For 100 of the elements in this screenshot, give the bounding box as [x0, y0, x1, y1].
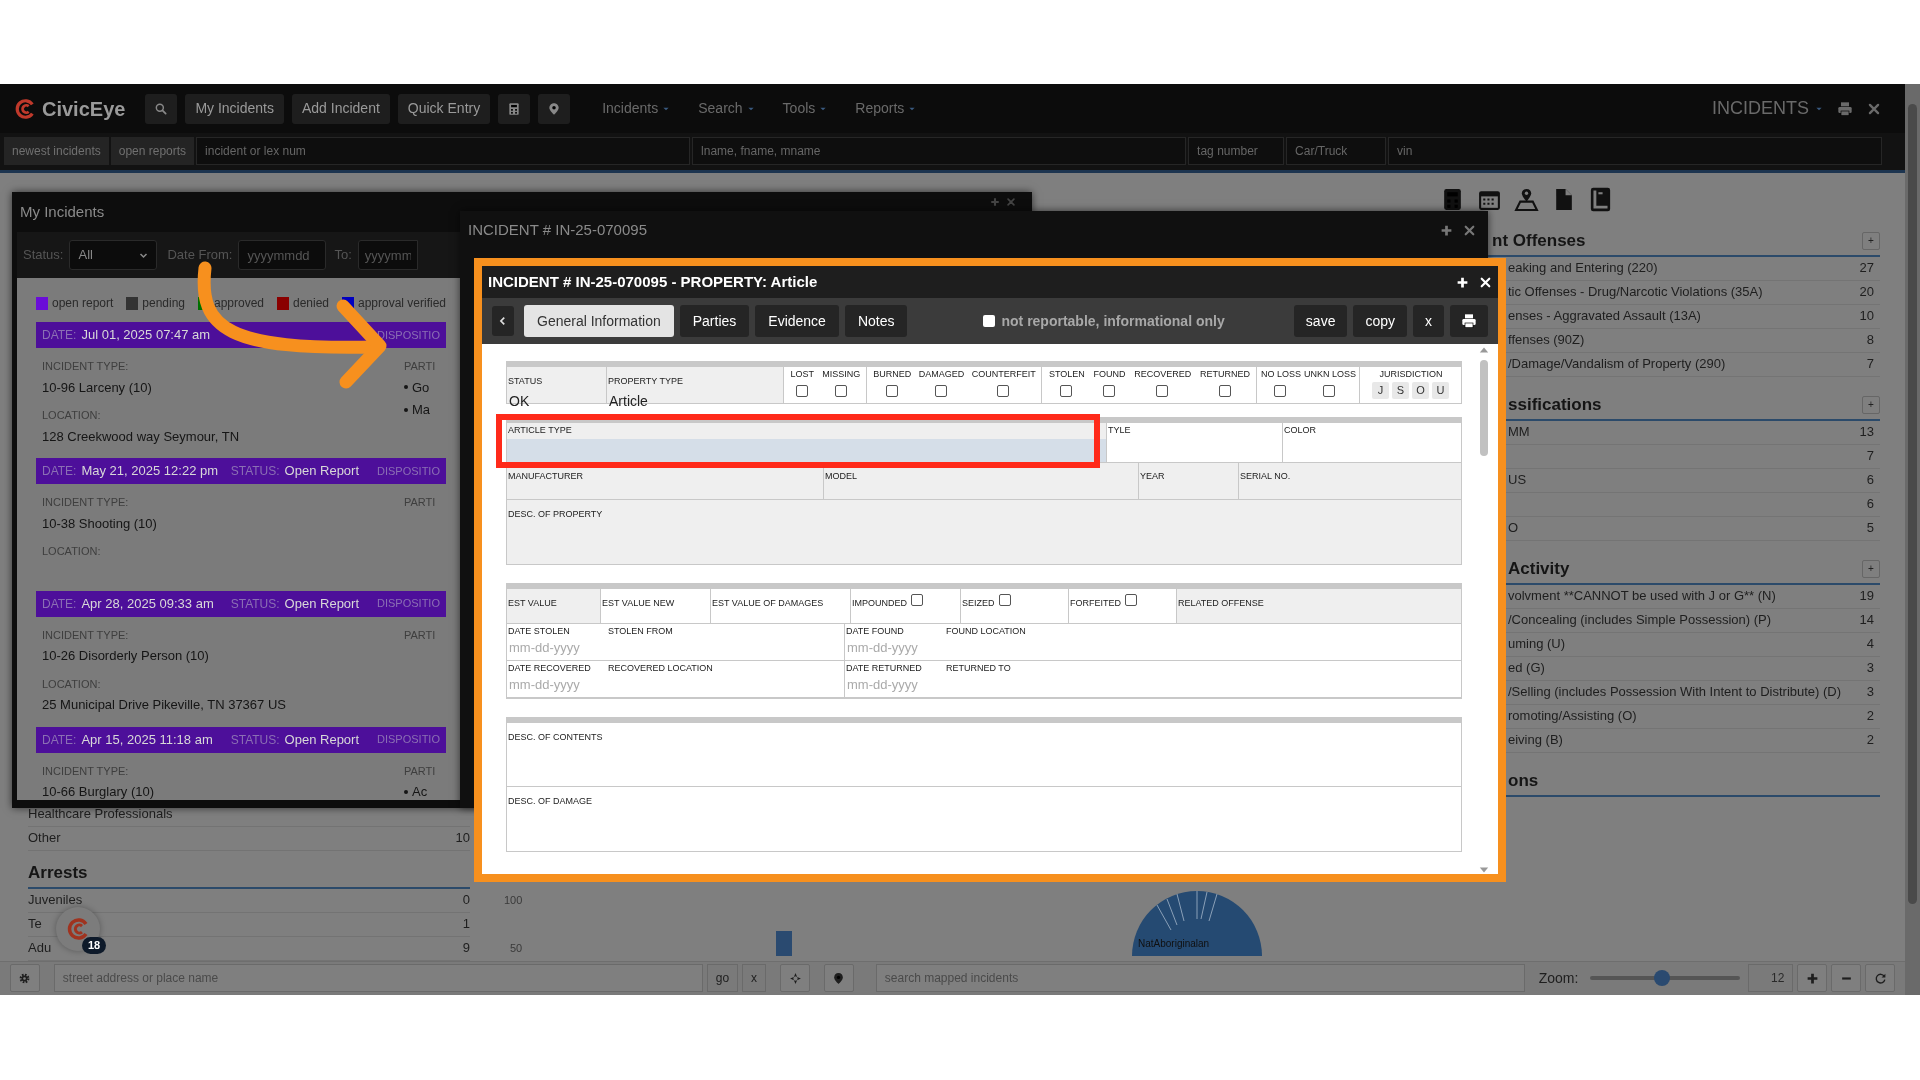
- refresh-button[interactable]: [1865, 964, 1895, 993]
- checkbox[interactable]: [1156, 385, 1169, 397]
- checkbox[interactable]: [997, 385, 1010, 397]
- zoom-slider-thumb[interactable]: [1653, 970, 1670, 987]
- checkbox[interactable]: [983, 315, 996, 327]
- action-button[interactable]: x: [1413, 305, 1444, 337]
- book-icon[interactable]: [1588, 187, 1613, 213]
- zoom-value-field[interactable]: 12: [1747, 964, 1794, 993]
- go-button[interactable]: go: [706, 964, 739, 993]
- field-label: STATUS:: [230, 595, 280, 613]
- search-field[interactable]: incident or lex num: [196, 137, 691, 166]
- checkbox[interactable]: [1060, 385, 1073, 397]
- jurisdiction-option[interactable]: O: [1412, 382, 1429, 399]
- dialog-scrollbar[interactable]: [1478, 346, 1490, 874]
- tab[interactable]: General Information: [524, 305, 674, 337]
- bullet-icon: [404, 407, 408, 412]
- print-button[interactable]: [1450, 305, 1488, 337]
- search-field[interactable]: tag number: [1188, 137, 1285, 166]
- checkbox[interactable]: [1274, 385, 1287, 397]
- field-label: IMPOUNDED: [851, 597, 907, 609]
- row-count: 6: [1866, 495, 1874, 514]
- zoom-in-button[interactable]: [1797, 964, 1828, 993]
- status-select[interactable]: All: [69, 240, 158, 270]
- settings-button[interactable]: [10, 964, 40, 993]
- nav-button[interactable]: Quick Entry: [397, 93, 491, 124]
- logo-icon: [66, 916, 90, 941]
- clear-button[interactable]: x: [742, 964, 767, 993]
- axis-tick-label: 50: [510, 940, 523, 956]
- jurisdiction-option[interactable]: S: [1392, 382, 1409, 399]
- print-icon[interactable]: [1837, 100, 1853, 117]
- search-button[interactable]: [145, 93, 178, 124]
- row-count: 4: [1866, 635, 1874, 654]
- floating-logo-button[interactable]: [56, 906, 100, 951]
- date-field[interactable]: mm-dd-yyyy: [507, 637, 687, 657]
- scrollbar-thumb[interactable]: [1908, 104, 1917, 904]
- checkbox[interactable]: [1323, 385, 1336, 397]
- nav-button[interactable]: My Incidents: [185, 93, 284, 124]
- field-label: STATUS:: [230, 731, 280, 749]
- row-count: 13: [1859, 423, 1874, 442]
- text-area[interactable]: DESC. OF DAMAGE: [507, 787, 1462, 851]
- field-label: DISPOSITIO: [377, 327, 440, 343]
- row-label: Te: [28, 915, 42, 934]
- module-menu[interactable]: INCIDENTS: [1712, 95, 1823, 123]
- checkbox[interactable]: [1125, 594, 1137, 606]
- checkbox[interactable]: [1218, 385, 1231, 397]
- nav-menu[interactable]: Reports: [855, 98, 917, 120]
- field-label: RELATED OFFENSE: [1177, 597, 1264, 609]
- jurisdiction-option[interactable]: J: [1372, 382, 1389, 399]
- date-field[interactable]: mm-dd-yyyy: [845, 637, 1025, 657]
- toolbar-button[interactable]: [498, 93, 531, 124]
- incident-date: Jul 01, 2025 07:47 am: [81, 326, 211, 345]
- nav-menu[interactable]: Tools: [782, 98, 828, 120]
- toolbar-button[interactable]: [538, 93, 571, 124]
- action-button[interactable]: save: [1293, 305, 1348, 337]
- row-count: 19: [1859, 587, 1874, 606]
- checkbox[interactable]: [998, 594, 1011, 606]
- back-button[interactable]: [492, 306, 514, 336]
- date-to-field[interactable]: yyyymm: [357, 240, 418, 270]
- quick-search-button[interactable]: open reports: [110, 137, 195, 166]
- nav-menu[interactable]: Incidents: [602, 98, 671, 120]
- expand-button[interactable]: +: [1862, 395, 1880, 414]
- expand-button[interactable]: +: [1862, 231, 1880, 250]
- date-field[interactable]: mm-dd-yyyy: [507, 674, 687, 694]
- field-label: FOUND LOCATION: [945, 625, 1026, 637]
- date-field[interactable]: mm-dd-yyyy: [845, 674, 1025, 694]
- close-icon[interactable]: [1479, 275, 1492, 289]
- search-field[interactable]: Car/Truck: [1286, 137, 1387, 166]
- checkbox[interactable]: [911, 594, 923, 606]
- zoom-label: Zoom:: [1538, 968, 1579, 988]
- tab[interactable]: Notes: [844, 305, 908, 337]
- field-label: PARTI: [404, 359, 437, 374]
- jurisdiction-option[interactable]: U: [1432, 382, 1449, 399]
- checkbox[interactable]: [1103, 385, 1115, 397]
- checkbox[interactable]: [935, 385, 947, 397]
- page-scrollbar[interactable]: [1905, 84, 1920, 995]
- legend-label: pending: [142, 295, 185, 312]
- quick-search-button[interactable]: newest incidents: [4, 137, 109, 166]
- nav-menu[interactable]: Search: [698, 98, 755, 120]
- checkbox-label: not reportable, informational only: [1001, 311, 1225, 331]
- field-label: DATE FOUND: [845, 625, 905, 637]
- search-field[interactable]: lname, fname, mname: [692, 137, 1187, 166]
- pin-button[interactable]: [823, 964, 854, 993]
- input-field[interactable]: [507, 439, 1106, 462]
- checkbox[interactable]: [834, 385, 847, 397]
- field-label: INCIDENT TYPE:: [42, 763, 130, 779]
- nav-button[interactable]: Add Incident: [292, 93, 390, 124]
- search-field[interactable]: vin: [1388, 137, 1883, 166]
- expand-button[interactable]: +: [1862, 559, 1880, 578]
- scrollbar-thumb[interactable]: [1480, 360, 1488, 456]
- app-logo-text: CivicEye: [42, 96, 126, 122]
- map-icon[interactable]: [1514, 187, 1539, 213]
- checkbox[interactable]: [795, 385, 808, 397]
- tab[interactable]: Parties: [679, 305, 750, 337]
- text-area[interactable]: DESC. OF CONTENTS: [507, 723, 1462, 787]
- date-from-field[interactable]: yyyymmdd: [238, 240, 327, 270]
- zoom-slider-track[interactable]: [1590, 970, 1740, 987]
- tab[interactable]: Evidence: [755, 305, 839, 337]
- checkbox[interactable]: [885, 385, 898, 397]
- action-button[interactable]: copy: [1353, 305, 1407, 337]
- field-label: RETURNED: [1199, 368, 1251, 380]
